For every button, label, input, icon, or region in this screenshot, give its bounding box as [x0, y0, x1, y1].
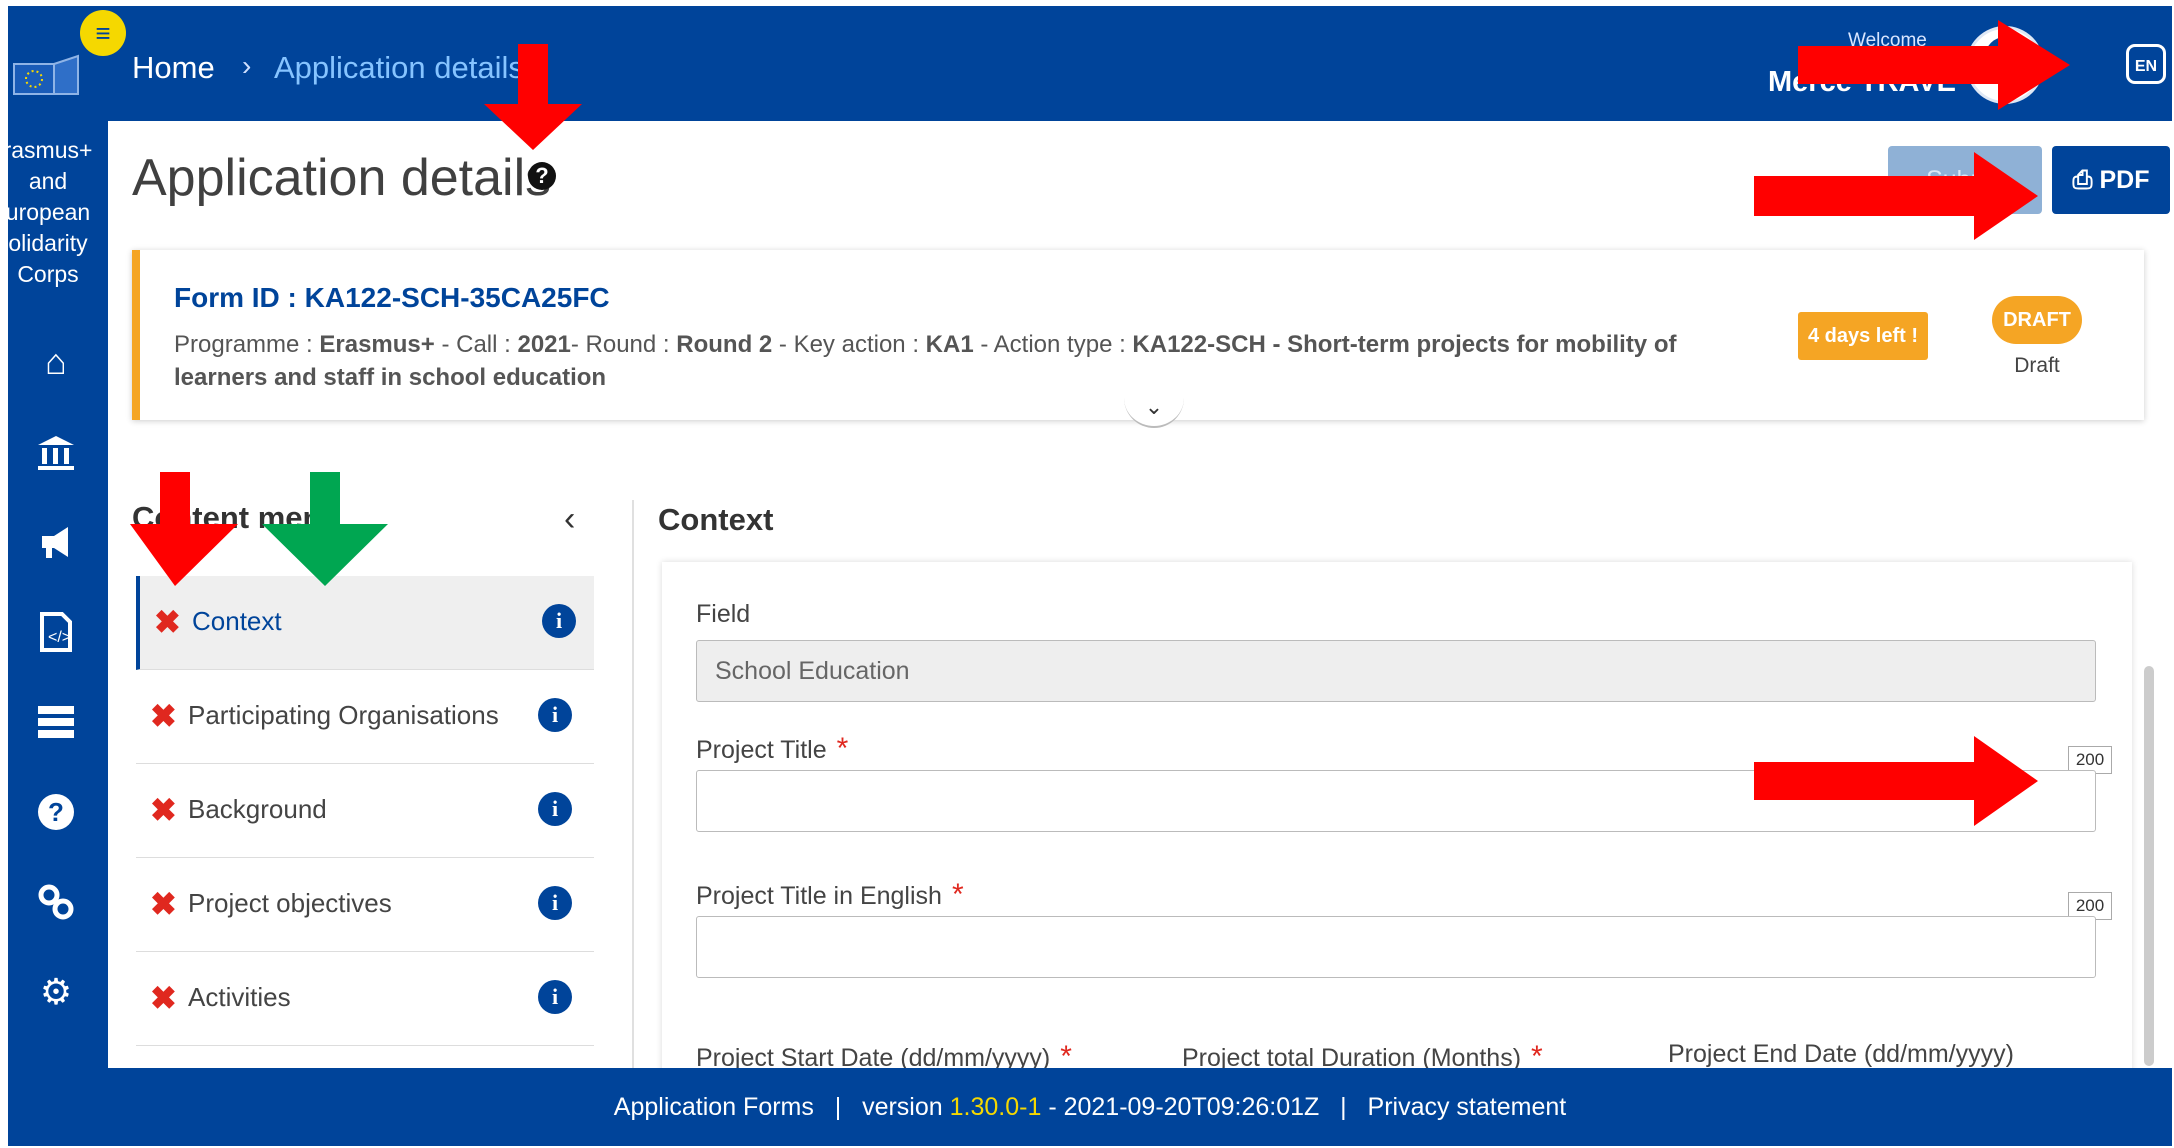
footer: Application Forms | version 1.30.0-1 - 2…	[8, 1068, 2172, 1146]
annotation-arrow-down	[484, 44, 582, 150]
field-label: Field	[696, 600, 751, 628]
form-info-card: Form ID : KA122-SCH-35CA25FC Programme :…	[132, 250, 2144, 428]
divider	[632, 500, 634, 1072]
menu-item-label: Activities	[188, 982, 291, 1012]
info-icon[interactable]: i	[538, 886, 572, 920]
document-icon[interactable]: </>	[28, 604, 84, 660]
links-icon[interactable]	[28, 874, 84, 930]
info-icon[interactable]: i	[538, 792, 572, 826]
status-text: Draft	[2014, 354, 2060, 377]
project-title-english-input[interactable]	[696, 916, 2096, 978]
status-badge: DRAFT	[1992, 296, 2082, 344]
svg-text:</>: </>	[48, 629, 71, 646]
section-title: Context	[658, 502, 774, 537]
menu-item-label: Background	[188, 794, 327, 824]
footer-separator: |	[834, 1093, 842, 1121]
list-icon[interactable]	[28, 694, 84, 750]
menu-item-participating-organisations[interactable]: ✖ Participating Organisations i	[136, 670, 594, 764]
error-x-icon: ✖	[150, 980, 177, 1016]
form-id: Form ID : KA122-SCH-35CA25FC	[174, 282, 610, 313]
chevron-left-icon[interactable]: ‹	[564, 500, 575, 539]
version-number: 1.30.0-1	[949, 1093, 1042, 1121]
project-title-english-label: Project Title in English *	[696, 878, 964, 911]
privacy-link[interactable]: Privacy statement	[1368, 1093, 1567, 1121]
menu-item-label: Context	[192, 606, 282, 636]
scrollbar[interactable]	[2144, 666, 2154, 1066]
deadline-badge: 4 days left !	[1798, 312, 1928, 360]
language-button[interactable]: EN	[2126, 44, 2166, 84]
footer-separator: |	[1340, 1093, 1347, 1121]
organisation-label: rasmus+ and uropean olidarity Corps	[8, 137, 93, 287]
chevron-down-icon[interactable]: ⌄	[1124, 392, 1184, 428]
build-timestamp: - 2021-09-20T09:26:01Z	[1048, 1093, 1320, 1121]
annotation-arrow-down	[130, 472, 238, 586]
pdf-button[interactable]: ⎙ PDF	[2052, 146, 2170, 214]
eu-logo	[13, 54, 79, 95]
menu-item-context[interactable]: ✖ Context i	[136, 576, 594, 670]
info-icon[interactable]: i	[538, 698, 572, 732]
menu-item-project-objectives[interactable]: ✖ Project objectives i	[136, 858, 594, 952]
sidebar: rasmus+ and uropean olidarity Corps ⌂ </…	[8, 121, 108, 1071]
help-circle-icon[interactable]: ?	[28, 784, 84, 840]
question-icon[interactable]: ?	[528, 162, 556, 190]
info-icon[interactable]: i	[542, 604, 576, 638]
breadcrumb-home-link[interactable]: Home	[132, 50, 215, 86]
settings-icon[interactable]: ⚙	[28, 964, 84, 1020]
info-icon[interactable]: i	[538, 980, 572, 1014]
error-x-icon: ✖	[150, 792, 177, 828]
version-label: version	[862, 1093, 943, 1121]
error-x-icon: ✖	[154, 604, 181, 640]
menu-toggle-button[interactable]: ≡	[80, 10, 126, 56]
annotation-arrow-right	[1798, 20, 2070, 110]
menu-item-background[interactable]: ✖ Background i	[136, 764, 594, 858]
end-date-label: Project End Date (dd/mm/yyyy)	[1668, 1040, 2014, 1068]
error-x-icon: ✖	[150, 698, 177, 734]
institution-icon[interactable]	[28, 424, 84, 480]
pdf-icon: ⎙	[2072, 166, 2100, 194]
app-name: Application Forms	[613, 1093, 814, 1121]
breadcrumb-separator: ›	[242, 50, 252, 81]
project-title-label: Project Title *	[696, 732, 849, 765]
home-icon[interactable]: ⌂	[28, 334, 84, 390]
annotation-arrow-right	[1754, 736, 2038, 826]
programme-details: Programme : Erasmus+ - Call : 2021- Roun…	[174, 331, 1677, 391]
megaphone-icon[interactable]	[28, 514, 84, 570]
app-frame: ≡ Home › Application details Welcome Mer…	[8, 6, 2172, 1146]
annotation-arrow-right	[1754, 152, 2038, 240]
menu-item-label: Participating Organisations	[188, 700, 499, 730]
svg-text:?: ?	[48, 797, 64, 827]
annotation-arrow-down-green	[262, 472, 388, 586]
pdf-button-label: PDF	[2099, 166, 2150, 194]
menu-item-label: Project objectives	[188, 888, 392, 918]
error-x-icon: ✖	[150, 886, 177, 922]
field-input: School Education	[696, 640, 2096, 702]
content-menu: ✖ Context i ✖ Participating Organisation…	[136, 576, 594, 1046]
menu-item-activities[interactable]: ✖ Activities i	[136, 952, 594, 1046]
page-title: Application details	[132, 149, 552, 207]
